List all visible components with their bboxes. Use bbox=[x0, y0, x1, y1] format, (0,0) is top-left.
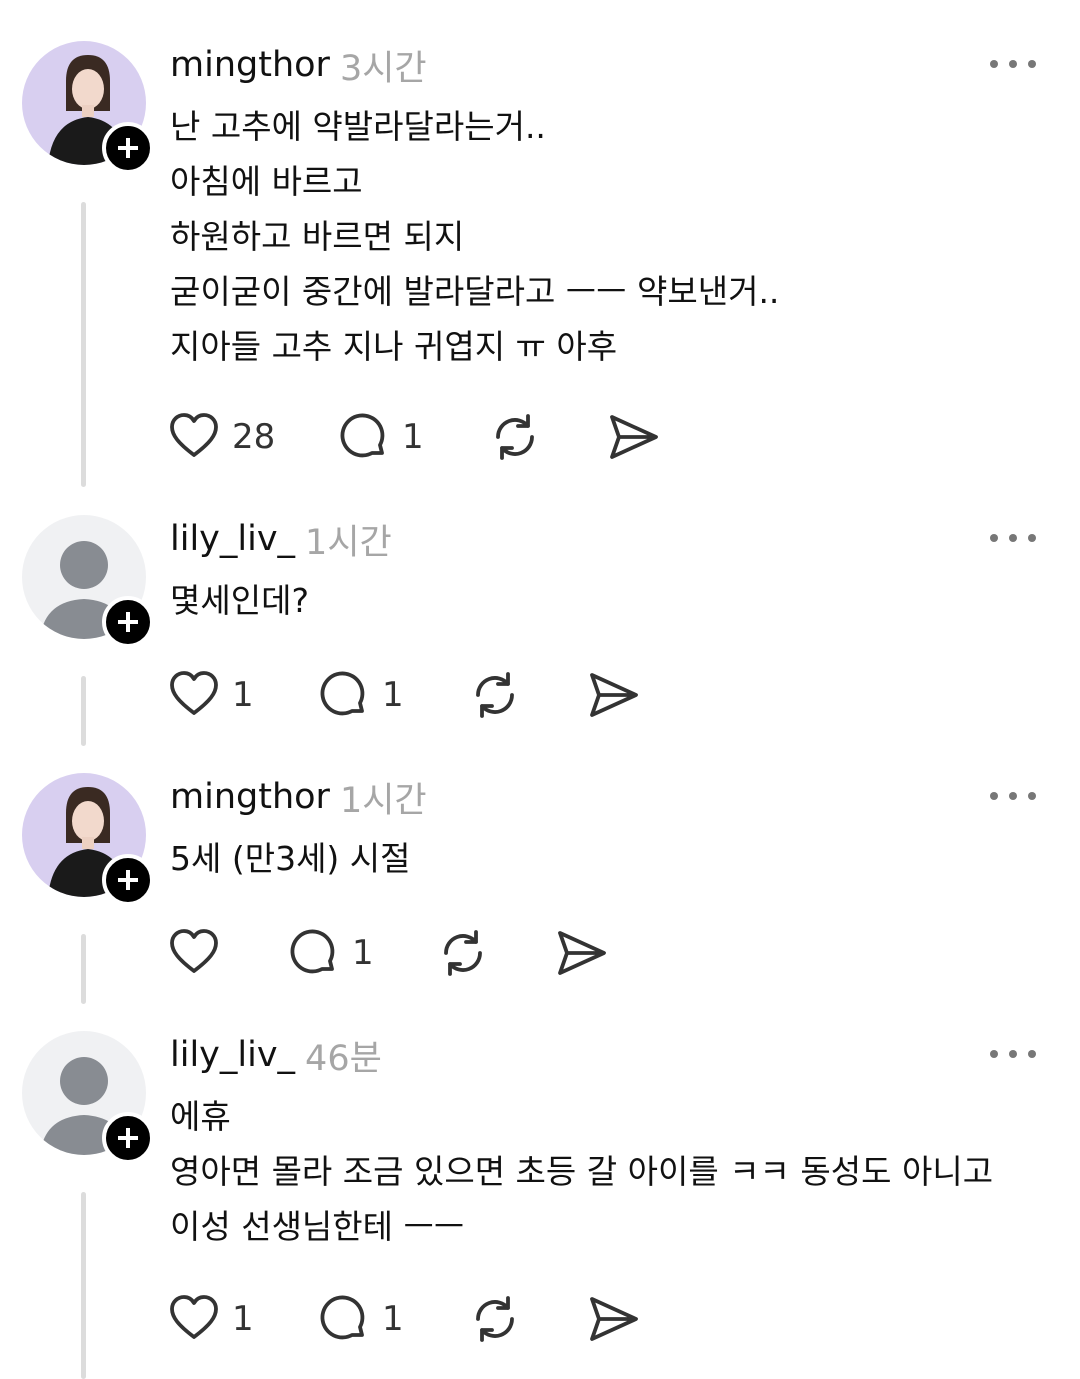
thread-line bbox=[81, 202, 86, 487]
more-icon[interactable] bbox=[990, 787, 1036, 805]
post-text-line: 지아들 고추 지나 귀엽지 ㅠ 아후 bbox=[170, 327, 618, 366]
send-icon bbox=[610, 415, 658, 459]
reply-count: 1 bbox=[382, 675, 404, 715]
follow-button[interactable] bbox=[102, 122, 154, 174]
post-text: 에휴 영아면 몰라 조금 있으면 초등 갈 아이를 ㅋㅋ 동성도 아니고 이성 … bbox=[170, 1089, 1030, 1254]
plus-icon bbox=[118, 1128, 138, 1148]
reply-button[interactable]: 1 bbox=[318, 1291, 404, 1347]
post: lily_liv_ 1시간 몇세인데? 1 1 bbox=[0, 515, 1080, 750]
plus-icon bbox=[118, 138, 138, 158]
post-text: 몇세인데? bbox=[170, 573, 1030, 628]
plus-icon bbox=[118, 612, 138, 632]
like-button[interactable]: 1 bbox=[168, 1291, 254, 1347]
like-button[interactable] bbox=[168, 925, 232, 981]
post-text: 난 고추에 약발라달라는거.. 아침에 바르고 하원하고 바르면 되지 굳이굳이… bbox=[170, 99, 1030, 374]
post-text-line: 난 고추에 약발라달라는거.. bbox=[170, 107, 546, 146]
post-text-line: 하원하고 바르면 되지 bbox=[170, 217, 465, 256]
thread-line bbox=[81, 676, 86, 746]
comment-icon bbox=[320, 671, 365, 716]
heart-icon bbox=[170, 671, 218, 715]
more-icon[interactable] bbox=[990, 55, 1036, 73]
send-icon bbox=[558, 931, 606, 975]
post-text: 5세 (만3세) 시절 bbox=[170, 831, 1030, 886]
username[interactable]: lily_liv_ bbox=[170, 519, 295, 559]
comment-icon bbox=[290, 929, 335, 974]
repost-icon bbox=[444, 930, 482, 976]
username[interactable]: mingthor bbox=[170, 45, 330, 85]
share-button[interactable] bbox=[588, 1291, 640, 1347]
post-text-line: 아침에 바르고 bbox=[170, 162, 363, 201]
reply-count: 1 bbox=[382, 1299, 404, 1339]
post-header: mingthor 3시간 bbox=[170, 43, 427, 89]
post: mingthor 3시간 난 고추에 약발라달라는거.. 아침에 바르고 하원하… bbox=[0, 41, 1080, 491]
post-header: lily_liv_ 1시간 bbox=[170, 517, 392, 563]
post-header: lily_liv_ 46분 bbox=[170, 1033, 382, 1079]
like-button[interactable]: 28 bbox=[168, 409, 275, 465]
post-text-line: 5세 (만3세) 시절 bbox=[170, 839, 411, 878]
post: mingthor 1시간 5세 (만3세) 시절 1 bbox=[0, 773, 1080, 1008]
send-icon bbox=[590, 673, 638, 717]
heart-icon bbox=[170, 929, 218, 973]
post-header: mingthor 1시간 bbox=[170, 775, 427, 821]
repost-icon bbox=[476, 672, 514, 718]
more-icon[interactable] bbox=[990, 529, 1036, 547]
repost-button[interactable] bbox=[468, 1291, 522, 1347]
more-icon[interactable] bbox=[990, 1045, 1036, 1063]
post-text-line: 영아면 몰라 조금 있으면 초등 갈 아이를 ㅋㅋ 동성도 아니고 bbox=[170, 1152, 994, 1191]
heart-icon bbox=[170, 1295, 218, 1339]
reply-count: 1 bbox=[352, 933, 374, 973]
follow-button[interactable] bbox=[102, 854, 154, 906]
timestamp: 46분 bbox=[305, 1038, 382, 1079]
repost-button[interactable] bbox=[436, 925, 490, 981]
reply-count: 1 bbox=[402, 417, 424, 457]
timestamp: 3시간 bbox=[339, 48, 427, 89]
like-count: 1 bbox=[232, 675, 254, 715]
plus-icon bbox=[118, 870, 138, 890]
like-count: 1 bbox=[232, 1299, 254, 1339]
timestamp: 1시간 bbox=[305, 522, 392, 563]
repost-icon bbox=[496, 414, 534, 460]
comment-icon bbox=[340, 413, 385, 458]
share-button[interactable] bbox=[556, 925, 608, 981]
repost-button[interactable] bbox=[468, 667, 522, 723]
reply-button[interactable]: 1 bbox=[318, 667, 404, 723]
heart-icon bbox=[170, 413, 218, 457]
username[interactable]: lily_liv_ bbox=[170, 1035, 295, 1075]
like-button[interactable]: 1 bbox=[168, 667, 254, 723]
comment-icon bbox=[320, 1295, 365, 1340]
post-text-line: 굳이굳이 중간에 발라달라고 ㅡㅡ 약보낸거.. bbox=[170, 272, 780, 311]
like-count: 28 bbox=[232, 417, 276, 457]
thread-line bbox=[81, 1192, 86, 1379]
post-text-line: 이성 선생님한테 ㅡㅡ bbox=[170, 1207, 465, 1246]
post: lily_liv_ 46분 에휴 영아면 몰라 조금 있으면 초등 갈 아이를 … bbox=[0, 1031, 1080, 1379]
post-text-line: 에휴 bbox=[170, 1097, 231, 1136]
reply-button[interactable]: 1 bbox=[338, 409, 424, 465]
timestamp: 1시간 bbox=[339, 780, 427, 821]
follow-button[interactable] bbox=[102, 596, 154, 648]
username[interactable]: mingthor bbox=[170, 777, 330, 817]
post-text-line: 몇세인데? bbox=[170, 581, 309, 620]
reply-button[interactable]: 1 bbox=[288, 925, 374, 981]
send-icon bbox=[590, 1297, 638, 1341]
share-button[interactable] bbox=[608, 409, 660, 465]
thread-line bbox=[81, 934, 86, 1004]
follow-button[interactable] bbox=[102, 1112, 154, 1164]
repost-button[interactable] bbox=[488, 409, 542, 465]
share-button[interactable] bbox=[588, 667, 640, 723]
repost-icon bbox=[476, 1296, 514, 1342]
